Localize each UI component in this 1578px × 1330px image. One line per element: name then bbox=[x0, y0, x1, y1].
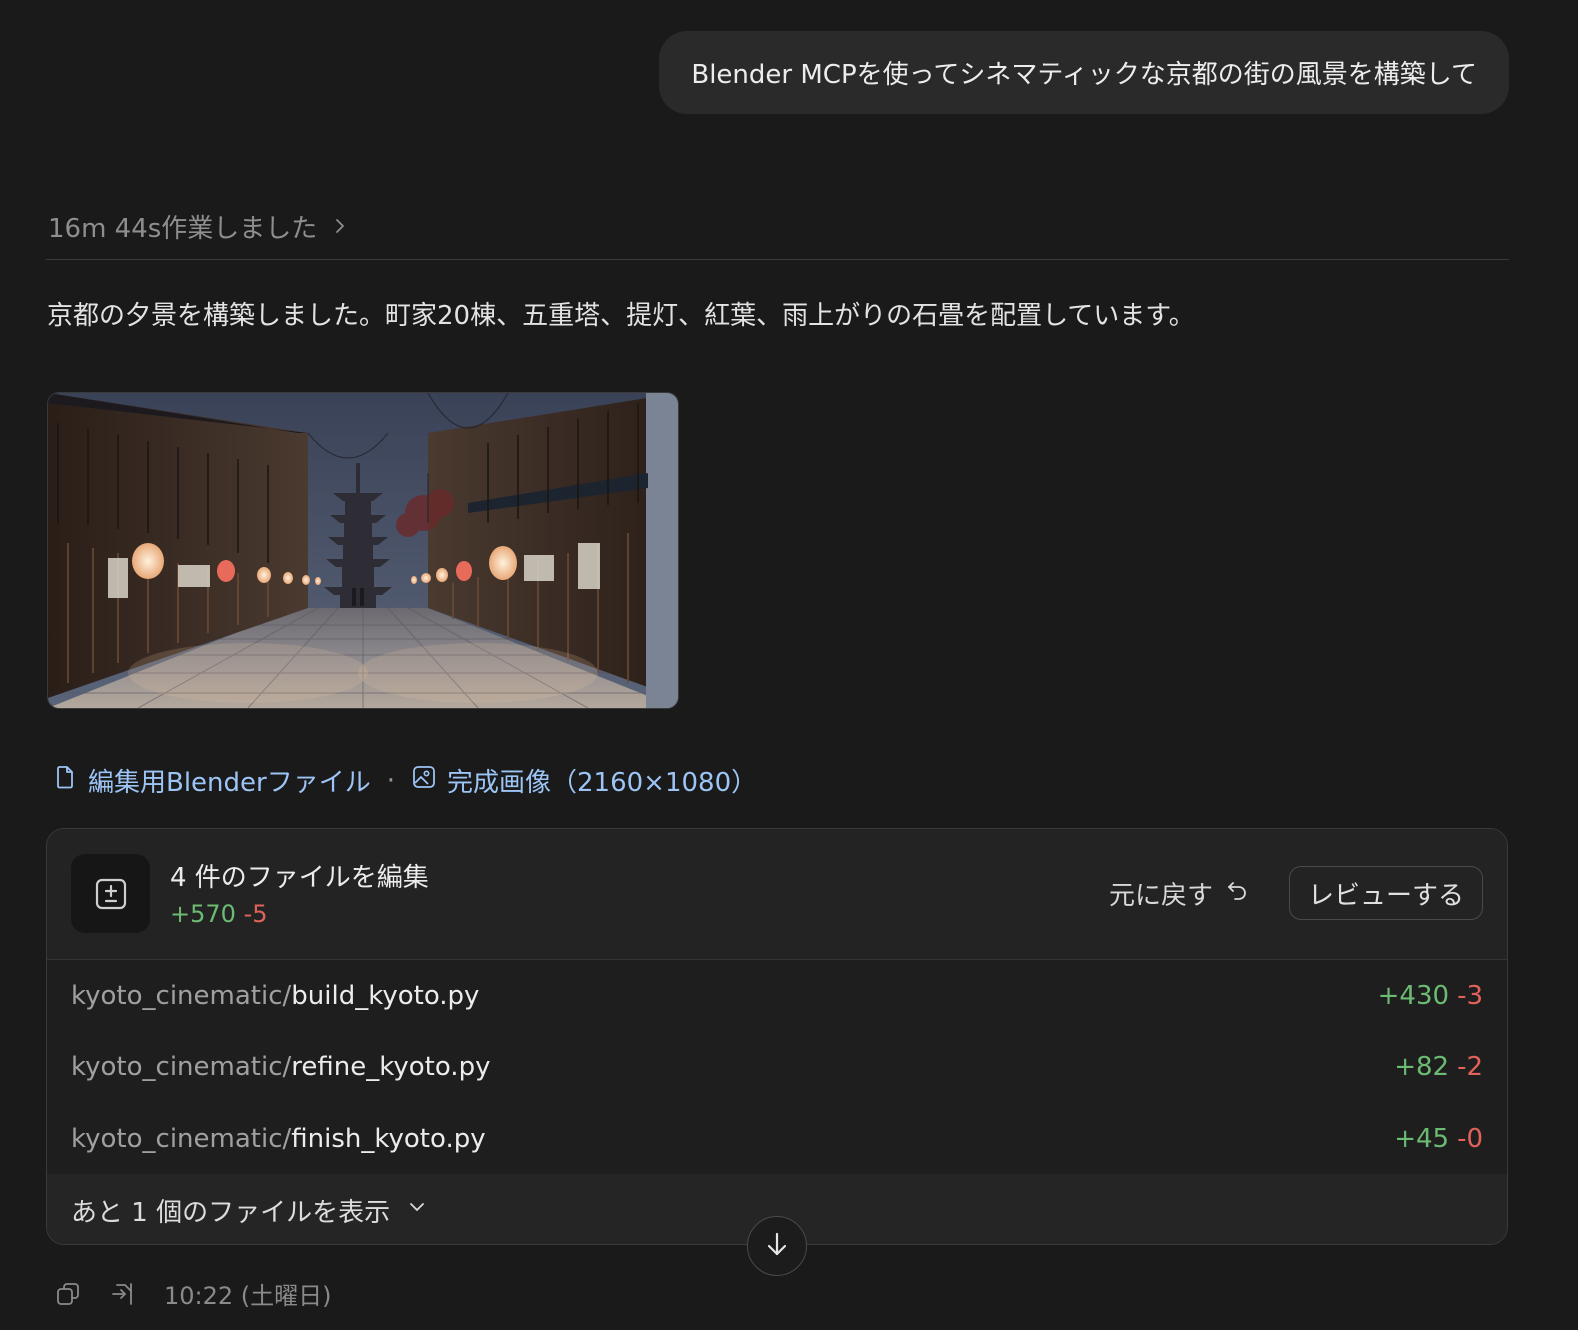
file-stats: +430 -3 bbox=[1378, 981, 1483, 1011]
scroll-to-bottom-button[interactable] bbox=[747, 1216, 807, 1276]
review-label: レビューする bbox=[1307, 880, 1464, 911]
file-row[interactable]: kyoto_cinematic/build_kyoto.py +430 -3 bbox=[71, 976, 1483, 1016]
rendered-kyoto-image[interactable] bbox=[47, 392, 679, 709]
file-name: build_kyoto.py bbox=[291, 981, 480, 1011]
divider bbox=[46, 259, 1509, 260]
work-summary-toggle[interactable]: 16m 44s作業しました bbox=[48, 208, 349, 245]
file-row[interactable]: kyoto_cinematic/finish_kyoto.py +45 -0 bbox=[71, 1119, 1483, 1159]
file-added: +82 bbox=[1394, 1052, 1450, 1082]
link-separator: · bbox=[386, 765, 395, 796]
file-dir: kyoto_cinematic/ bbox=[71, 981, 292, 1011]
image-icon bbox=[411, 764, 437, 797]
copy-icon[interactable] bbox=[52, 1278, 84, 1310]
chat-page: Blender MCPを使ってシネマティックな京都の街の風景を構築して 16m … bbox=[0, 0, 1578, 1330]
file-changes-header: 4 件のファイルを編集 +570 -5 元に戻す レビューする bbox=[47, 829, 1507, 960]
file-stats: +45 -0 bbox=[1394, 1124, 1483, 1154]
file-dir: kyoto_cinematic/ bbox=[71, 1124, 292, 1154]
file-removed: -2 bbox=[1457, 1052, 1483, 1082]
file-dir: kyoto_cinematic/ bbox=[71, 1052, 292, 1082]
file-row[interactable]: kyoto_cinematic/refine_kyoto.py +82 -2 bbox=[71, 1047, 1483, 1087]
file-added: +430 bbox=[1377, 981, 1450, 1011]
arrow-down-icon bbox=[762, 1229, 792, 1263]
message-timestamp: 10:22 (土曜日) bbox=[164, 1282, 332, 1310]
user-message-bubble: Blender MCPを使ってシネマティックな京都の街の風景を構築して bbox=[659, 31, 1509, 114]
blender-file-label: 編集用Blenderファイル bbox=[88, 768, 371, 798]
message-footer: 10:22 (土曜日) bbox=[52, 1276, 332, 1311]
output-links: 編集用Blenderファイル · 完成画像（2160×1080） bbox=[52, 762, 757, 799]
lines-added: +570 bbox=[170, 900, 236, 928]
file-icon bbox=[52, 764, 78, 797]
file-changes-card: 4 件のファイルを編集 +570 -5 元に戻す レビューする kyoto_ci… bbox=[46, 828, 1508, 1245]
chevron-right-icon bbox=[331, 212, 349, 242]
diff-icon bbox=[71, 854, 150, 933]
file-path: kyoto_cinematic/finish_kyoto.py bbox=[71, 1124, 486, 1154]
final-image-label: 完成画像（2160×1080） bbox=[447, 768, 758, 798]
file-added: +45 bbox=[1394, 1124, 1450, 1154]
chevron-down-icon bbox=[406, 1195, 428, 1225]
review-button[interactable]: レビューする bbox=[1288, 866, 1483, 920]
file-name: refine_kyoto.py bbox=[291, 1052, 491, 1082]
branch-icon[interactable] bbox=[106, 1278, 138, 1310]
undo-icon bbox=[1225, 878, 1249, 909]
file-stats: +82 -2 bbox=[1394, 1052, 1483, 1082]
lines-removed: -5 bbox=[243, 900, 268, 928]
file-changes-title: 4 件のファイルを編集 bbox=[170, 863, 429, 893]
file-path: kyoto_cinematic/refine_kyoto.py bbox=[71, 1052, 490, 1082]
work-summary-label: 16m 44s作業しました bbox=[48, 214, 318, 244]
blender-file-link[interactable]: 編集用Blenderファイル bbox=[52, 762, 371, 799]
undo-label: 元に戻す bbox=[1108, 881, 1213, 911]
file-path: kyoto_cinematic/build_kyoto.py bbox=[71, 981, 479, 1011]
user-message-text: Blender MCPを使ってシネマティックな京都の街の風景を構築して bbox=[691, 60, 1477, 90]
final-image-link[interactable]: 完成画像（2160×1080） bbox=[411, 762, 757, 799]
file-changes-stats: +570 -5 bbox=[170, 900, 268, 928]
file-removed: -0 bbox=[1457, 1124, 1483, 1154]
file-removed: -3 bbox=[1457, 981, 1483, 1011]
file-name: finish_kyoto.py bbox=[291, 1124, 486, 1154]
assistant-response-text: 京都の夕景を構築しました。町家20棟、五重塔、提灯、紅葉、雨上がりの石畳を配置し… bbox=[47, 301, 1195, 331]
show-more-label: あと 1 個のファイルを表示 bbox=[71, 1197, 391, 1228]
undo-button[interactable]: 元に戻す bbox=[1109, 875, 1249, 912]
